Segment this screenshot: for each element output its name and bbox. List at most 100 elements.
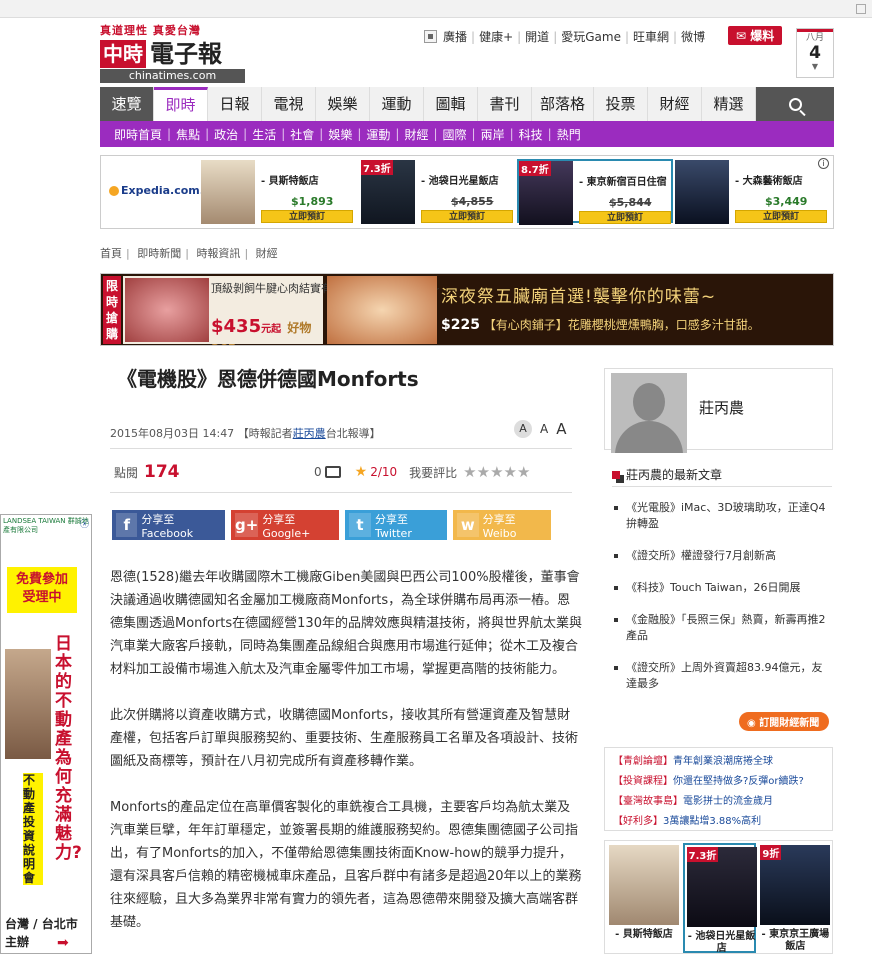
breadcrumb-home[interactable]: 首頁: [100, 247, 122, 260]
expedia-ad[interactable]: Expedia.com.tw i - 貝斯特飯店 $1,893 立即預訂 7.3…: [100, 155, 834, 229]
breadcrumb-times-info[interactable]: 時報資訊: [196, 247, 240, 260]
nav-daily[interactable]: 日報: [208, 87, 262, 121]
author-name[interactable]: 莊丙農: [699, 397, 744, 418]
toplink-radio[interactable]: 廣播: [443, 28, 467, 45]
search-button[interactable]: [756, 87, 834, 121]
banner-panel: 頂級剝飼牛腱心肉結實有彈性，口感充滿嚼勁~ $435元起 好物365: [123, 276, 440, 345]
hotel-card[interactable]: 9折 - 東京京王廣場飯店: [758, 843, 832, 953]
subnav-tech[interactable]: 科技: [519, 126, 543, 143]
weibo-icon: w: [457, 513, 479, 537]
subnav-entertainment[interactable]: 娛樂: [328, 126, 352, 143]
list-item[interactable]: 【青創論壇】青年創業浪潮席捲全球: [613, 752, 824, 772]
subnav-sports[interactable]: 運動: [366, 126, 390, 143]
hotel-card[interactable]: - 大森藝術飯店 $3,449 立即預訂: [675, 160, 831, 224]
subnav-politics[interactable]: 政治: [214, 126, 238, 143]
nav-overview[interactable]: 速覽: [100, 87, 154, 121]
left-float-ad[interactable]: LANDSEA TAIWAN 群誠地產有限公司 ⓧ 免費參加 受理中 日本的不動產…: [0, 514, 92, 954]
discount-badge: 9折: [760, 845, 782, 860]
font-small-button[interactable]: A: [514, 420, 532, 438]
nav-vote[interactable]: 投票: [594, 87, 648, 121]
nav-finance[interactable]: 財經: [648, 87, 702, 121]
nav-featured[interactable]: 精選: [702, 87, 756, 121]
share-googleplus-button[interactable]: g+ 分享至Google+: [231, 510, 339, 540]
search-icon: [788, 97, 802, 111]
toplink-road[interactable]: 開道: [525, 28, 549, 45]
hotel-card[interactable]: 7.3折 - 池袋日光星飯店 $4,855 立即預訂: [361, 160, 517, 224]
subscribe-finance-button[interactable]: ◉ 訂閱財經新聞: [739, 712, 830, 731]
share-facebook-button[interactable]: f 分享至Facebook: [112, 510, 225, 540]
nav-sports[interactable]: 運動: [370, 87, 424, 121]
rate-stars[interactable]: ★★★★★: [463, 463, 530, 481]
list-item[interactable]: 【好利多】3萬讓點增3.88%高利: [613, 812, 824, 832]
font-large-button[interactable]: A: [556, 420, 566, 438]
subnav-cross-strait[interactable]: 兩岸: [481, 126, 505, 143]
subnav-realtime-home[interactable]: 即時首頁: [114, 126, 162, 143]
author-card[interactable]: 莊丙農: [604, 368, 833, 453]
comment-icon[interactable]: [324, 466, 341, 478]
nav-entertainment[interactable]: 娛樂: [316, 87, 370, 121]
share-twitter-button[interactable]: t 分享至Twitter: [345, 510, 447, 540]
hotel-card[interactable]: 7.3折 - 池袋日光星飯店: [682, 843, 757, 954]
list-item[interactable]: 【投資課程】你還在堅持做多?反彈or續跌?: [613, 772, 824, 792]
hotel-card[interactable]: 8.7折 - 東京新宿百日住宿 $5,844 立即預訂: [517, 159, 673, 225]
hotel-card[interactable]: - 貝斯特飯店 $1,893 立即預訂: [201, 160, 357, 224]
discount-badge: 7.3折: [686, 847, 719, 862]
book-now-button[interactable]: 立即預訂: [579, 211, 671, 224]
share-buttons: f 分享至Facebook g+ 分享至Google+ t 分享至Twitter w分…: [112, 510, 551, 540]
ad-vertical-text: 日本的不動產為何充滿魅力?: [55, 634, 82, 863]
share-weibo-button[interactable]: w 分享至Weibo: [453, 510, 551, 540]
site-logo[interactable]: 真道理性 真愛台灣 中時 電子報 chinatimes.com: [100, 22, 250, 84]
beef-image: [125, 278, 209, 342]
date-widget[interactable]: 八月 4 ▼: [796, 28, 834, 78]
list-item[interactable]: 《證交所》權證發行7月創新高: [612, 548, 832, 564]
logo-box: 中時: [100, 40, 146, 68]
breadcrumb-finance[interactable]: 財經: [256, 247, 278, 260]
hotel-name: - 大森藝術飯店: [735, 176, 803, 187]
date-month: 八月: [797, 29, 833, 44]
list-item[interactable]: 《科技》Touch Taiwan，26日開展: [612, 580, 832, 596]
sub-nav: 即時首頁 | 焦點 | 政治 | 生活 | 社會 | 娛樂 | 運動 | 財經 | 國際 | 兩岸…: [100, 121, 834, 147]
banner-ad[interactable]: 限時搶購 頂級剝飼牛腱心肉結實有彈性，口感充滿嚼勁~ $435元起 好物365 …: [100, 273, 834, 346]
chevron-down-icon[interactable]: ▼: [797, 62, 833, 71]
hotel-ad-sidebar[interactable]: - 貝斯特飯店 7.3折 - 池袋日光星飯店 9折 - 東京京王廣場飯店: [604, 840, 833, 954]
nav-photos[interactable]: 圖輯: [424, 87, 478, 121]
hotel-name: - 東京新宿百日住宿: [579, 177, 667, 188]
nav-magazines[interactable]: 書刊: [478, 87, 532, 121]
tipoff-label: 爆料: [750, 29, 775, 43]
toplink-game[interactable]: 愛玩Game: [561, 28, 621, 45]
toplink-weibo[interactable]: 微博: [681, 28, 705, 45]
list-item[interactable]: 《光電股》iMac、3D玻璃助攻，正達Q4拚轉盈: [612, 500, 832, 532]
toplink-car[interactable]: 旺車網: [633, 28, 669, 45]
ad-vertical-subtext: 不動產投資說明會: [23, 773, 43, 885]
close-icon[interactable]: ⓧ: [80, 517, 89, 530]
subnav-finance[interactable]: 財經: [404, 126, 428, 143]
hotel-image: [609, 845, 679, 925]
breadcrumb-realtime[interactable]: 即時新聞: [137, 247, 181, 260]
tipoff-button[interactable]: ✉ 爆料: [728, 26, 783, 45]
nav-realtime[interactable]: 即時: [154, 87, 208, 121]
article-paragraph: 此次併購將以資產收購方式，收購德國Monforts，接收其所有營運資產及智慧財產…: [110, 708, 579, 769]
home-icon[interactable]: [424, 30, 437, 43]
list-item[interactable]: 《證交所》上周外資賣超83.94億元，友達最多: [612, 660, 832, 692]
nav-tv[interactable]: 電視: [262, 87, 316, 121]
nav-blog[interactable]: 部落格: [532, 87, 594, 121]
subnav-hot[interactable]: 熱門: [557, 126, 581, 143]
subnav-life[interactable]: 生活: [252, 126, 276, 143]
facebook-icon: f: [116, 513, 138, 537]
subnav-focus[interactable]: 焦點: [176, 126, 200, 143]
hotel-price: $5,844: [609, 196, 652, 209]
avatar: [611, 373, 687, 453]
hotel-card[interactable]: - 貝斯特飯店: [607, 843, 681, 953]
book-now-button[interactable]: 立即預訂: [735, 210, 827, 223]
font-medium-button[interactable]: A: [540, 422, 548, 436]
subnav-international[interactable]: 國際: [443, 126, 467, 143]
reporter-link[interactable]: 莊丙農: [293, 427, 326, 440]
list-item[interactable]: 【臺灣故事島】電影拼士的流金歲月: [613, 792, 824, 812]
list-item[interactable]: 《金融股》「長照三保」熱賣，新壽再推2產品: [612, 612, 832, 644]
logo-text: 電子報: [150, 40, 222, 68]
comment-count: 0: [314, 465, 322, 479]
book-now-button[interactable]: 立即預訂: [261, 210, 353, 223]
subnav-society[interactable]: 社會: [290, 126, 314, 143]
toplink-health[interactable]: 健康+: [479, 28, 513, 45]
book-now-button[interactable]: 立即預訂: [421, 210, 513, 223]
